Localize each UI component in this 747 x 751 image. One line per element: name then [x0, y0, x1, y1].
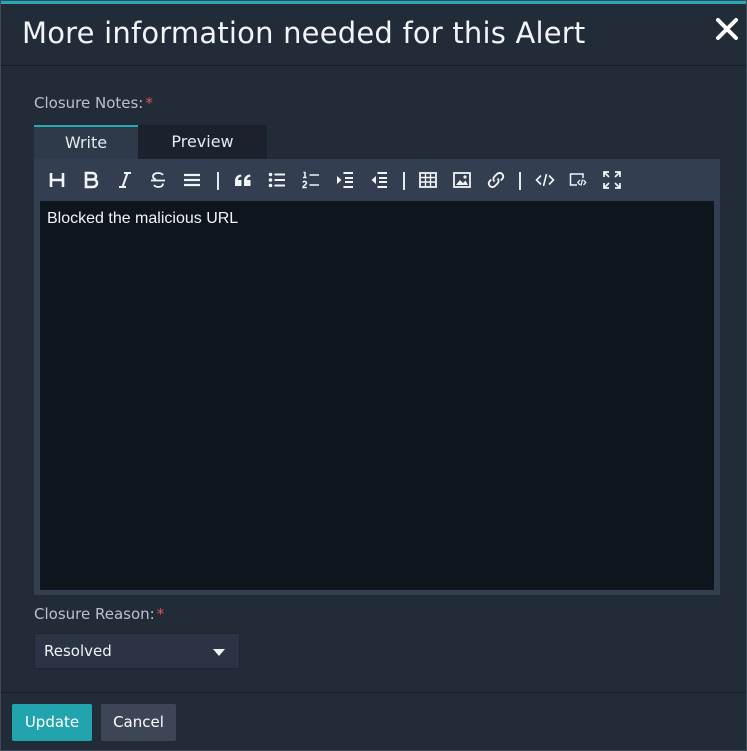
strikethrough-icon	[151, 172, 165, 188]
toolbar-separator	[403, 172, 405, 190]
image-icon	[453, 172, 471, 188]
code-block-button[interactable]	[565, 167, 591, 193]
bold-button[interactable]	[78, 167, 104, 193]
ordered-list-button[interactable]	[298, 167, 324, 193]
quote-button[interactable]	[230, 167, 256, 193]
update-button[interactable]: Update	[12, 704, 92, 741]
modal-footer: Update Cancel	[1, 692, 746, 750]
ordered-list-icon	[302, 171, 319, 189]
modal-title: More information needed for this Alert	[22, 16, 586, 50]
alert-closure-modal: More information needed for this Alert C…	[0, 0, 747, 751]
required-marker: *	[156, 605, 165, 623]
modal-header: More information needed for this Alert	[1, 4, 746, 66]
required-marker: *	[145, 94, 153, 112]
indent-icon	[337, 172, 353, 188]
heading-button[interactable]	[44, 167, 70, 193]
close-button[interactable]	[714, 16, 740, 42]
tab-write[interactable]: Write	[34, 125, 138, 159]
quote-icon	[235, 174, 251, 186]
markdown-editor: Blocked the malicious URL	[34, 159, 720, 595]
link-icon	[487, 171, 505, 189]
closure-notes-label: Closure Notes: *	[34, 94, 153, 112]
fullscreen-button[interactable]	[599, 167, 625, 193]
strikethrough-button[interactable]	[145, 167, 171, 193]
outdent-icon	[371, 172, 387, 188]
code-icon	[535, 173, 555, 187]
table-button[interactable]	[415, 167, 441, 193]
closure-reason-label: Closure Reason: *	[34, 605, 165, 623]
unordered-list-icon	[268, 172, 285, 188]
cancel-button[interactable]: Cancel	[101, 704, 176, 741]
unordered-list-button[interactable]	[264, 167, 290, 193]
code-block-icon	[569, 173, 587, 186]
horizontal-rule-button[interactable]	[179, 167, 205, 193]
toolbar-separator	[519, 172, 521, 190]
indent-button[interactable]	[332, 167, 358, 193]
toolbar-separator	[217, 172, 219, 190]
bold-icon	[84, 171, 99, 189]
fullscreen-icon	[603, 171, 621, 189]
link-button[interactable]	[483, 167, 509, 193]
italic-icon	[119, 172, 131, 188]
closure-notes-textarea[interactable]: Blocked the malicious URL	[40, 201, 714, 590]
heading-icon	[49, 173, 65, 187]
tab-preview[interactable]: Preview	[138, 125, 267, 159]
closure-reason-select[interactable]: Resolved	[34, 633, 240, 669]
close-icon	[716, 18, 738, 40]
outdent-button[interactable]	[366, 167, 392, 193]
closure-reason-value: Resolved	[44, 642, 112, 660]
horizontal-rule-icon	[184, 173, 200, 187]
table-icon	[419, 172, 437, 188]
italic-button[interactable]	[112, 167, 138, 193]
image-button[interactable]	[449, 167, 475, 193]
chevron-down-icon	[213, 649, 225, 656]
code-button[interactable]	[532, 167, 558, 193]
closure-notes-text: Blocked the malicious URL	[47, 210, 239, 227]
